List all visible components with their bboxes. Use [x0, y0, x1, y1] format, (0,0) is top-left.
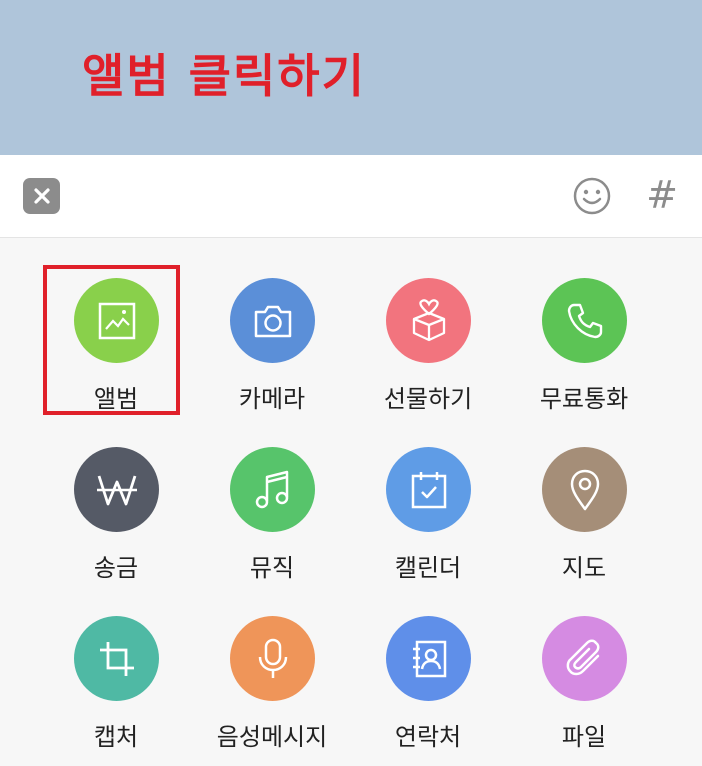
- camera-circle: [230, 278, 315, 363]
- menu-item-album[interactable]: 앨범: [38, 278, 194, 428]
- menu-item-map[interactable]: 지도: [506, 447, 662, 597]
- menu-item-label: 송금: [93, 554, 139, 582]
- camera-icon: [254, 305, 291, 337]
- menu-item-label: 파일: [561, 723, 607, 751]
- menu-item-file[interactable]: 파일: [506, 616, 662, 766]
- image-icon: [98, 302, 135, 339]
- transfer-circle: [74, 447, 159, 532]
- menu-item-label: 뮤직: [249, 554, 295, 582]
- capture-circle: [74, 616, 159, 701]
- menu-item-transfer[interactable]: 송금: [38, 447, 194, 597]
- menu-item-label: 캘린더: [394, 554, 462, 582]
- music-circle: [230, 447, 315, 532]
- gift-circle: [386, 278, 471, 363]
- paperclip-icon: [566, 639, 599, 675]
- won-icon: [96, 475, 137, 505]
- banner-title: 앨범 클릭하기: [82, 49, 366, 103]
- map-pin-icon: [570, 469, 599, 510]
- album-circle: [74, 278, 159, 363]
- contact-icon: [412, 640, 446, 677]
- menu-item-calendar[interactable]: 캘린더: [350, 447, 506, 597]
- contact-circle: [386, 616, 471, 701]
- hashtag-button[interactable]: #: [642, 174, 682, 216]
- menu-item-call[interactable]: 무료통화: [506, 278, 662, 428]
- menu-item-voice[interactable]: 음성메시지: [194, 616, 350, 766]
- menu-item-label: 앨범: [93, 385, 139, 413]
- menu-item-label: 캡처: [93, 723, 139, 751]
- close-button[interactable]: [23, 178, 60, 214]
- top-banner: 앨범 클릭하기: [0, 0, 702, 155]
- menu-item-label: 연락처: [394, 723, 462, 751]
- menu-item-capture[interactable]: 캡처: [38, 616, 194, 766]
- crop-icon: [99, 641, 134, 676]
- close-icon: [33, 188, 50, 204]
- phone-icon: [567, 303, 602, 338]
- emoji-button[interactable]: [573, 177, 611, 215]
- smiley-icon: [573, 177, 611, 215]
- menu-item-label: 카메라: [238, 385, 306, 413]
- voice-circle: [230, 616, 315, 701]
- menu-item-label: 음성메시지: [216, 723, 328, 751]
- menu-item-gift[interactable]: 선물하기: [350, 278, 506, 428]
- menu-item-music[interactable]: 뮤직: [194, 447, 350, 597]
- menu-item-camera[interactable]: 카메라: [194, 278, 350, 428]
- calendar-icon: [411, 471, 446, 508]
- call-circle: [542, 278, 627, 363]
- menu-item-label: 무료통화: [539, 385, 629, 413]
- microphone-icon: [258, 638, 287, 678]
- gift-icon: [412, 298, 445, 341]
- map-circle: [542, 447, 627, 532]
- menu-item-label: 선물하기: [383, 385, 473, 413]
- calendar-circle: [386, 447, 471, 532]
- menu-item-label: 지도: [561, 554, 607, 582]
- music-icon: [255, 470, 288, 508]
- menu-item-contact[interactable]: 연락처: [350, 616, 506, 766]
- file-circle: [542, 616, 627, 701]
